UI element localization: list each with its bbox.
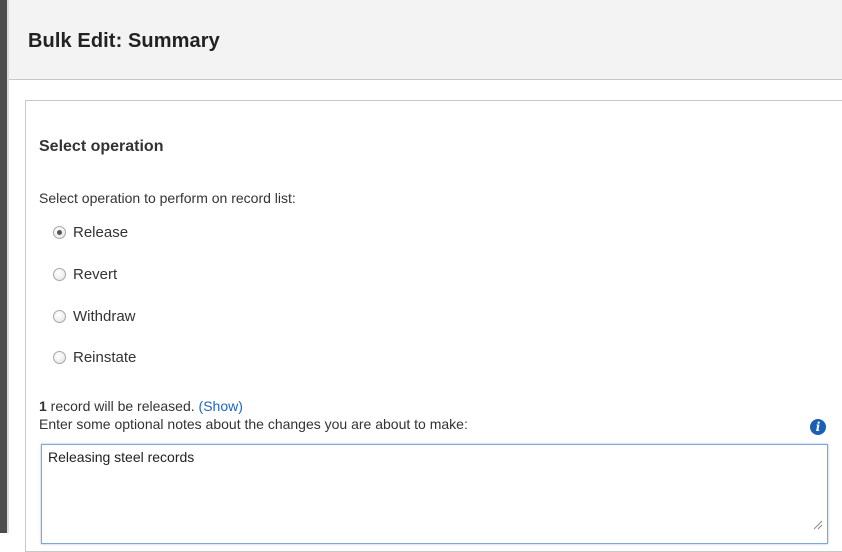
left-border: [0, 0, 7, 533]
operation-instruction: Select operation to perform on record li…: [39, 190, 296, 206]
notes-label: Enter some optional notes about the chan…: [39, 416, 468, 432]
section-title: Select operation: [39, 138, 164, 155]
release-radio[interactable]: [53, 225, 66, 239]
show-records-link[interactable]: (Show): [199, 398, 243, 414]
summary-text: record will be released.: [46, 398, 199, 414]
revert-label[interactable]: Revert: [73, 266, 117, 283]
radio-option-withdraw[interactable]: Withdraw: [53, 306, 136, 326]
reinstate-label[interactable]: Reinstate: [73, 349, 136, 366]
notes-textarea[interactable]: Releasing steel records: [41, 444, 828, 544]
info-icon[interactable]: i: [810, 419, 826, 435]
radio-option-reinstate[interactable]: Reinstate: [53, 347, 136, 367]
withdraw-label[interactable]: Withdraw: [73, 308, 136, 325]
revert-radio[interactable]: [53, 267, 66, 281]
radio-option-release[interactable]: Release: [53, 222, 128, 242]
reinstate-radio[interactable]: [53, 350, 66, 364]
resize-grip-icon[interactable]: [811, 518, 823, 530]
release-label[interactable]: Release: [73, 224, 128, 241]
release-summary: 1 record will be released. (Show): [39, 398, 243, 414]
bulk-edit-window: Bulk Edit: Summary Select operation Sele…: [0, 0, 842, 552]
record-count: 1: [39, 398, 47, 414]
radio-option-revert[interactable]: Revert: [53, 264, 117, 284]
withdraw-radio[interactable]: [53, 309, 66, 323]
page-title: Bulk Edit: Summary: [28, 30, 220, 52]
page-header: Bulk Edit: Summary: [9, 0, 842, 80]
